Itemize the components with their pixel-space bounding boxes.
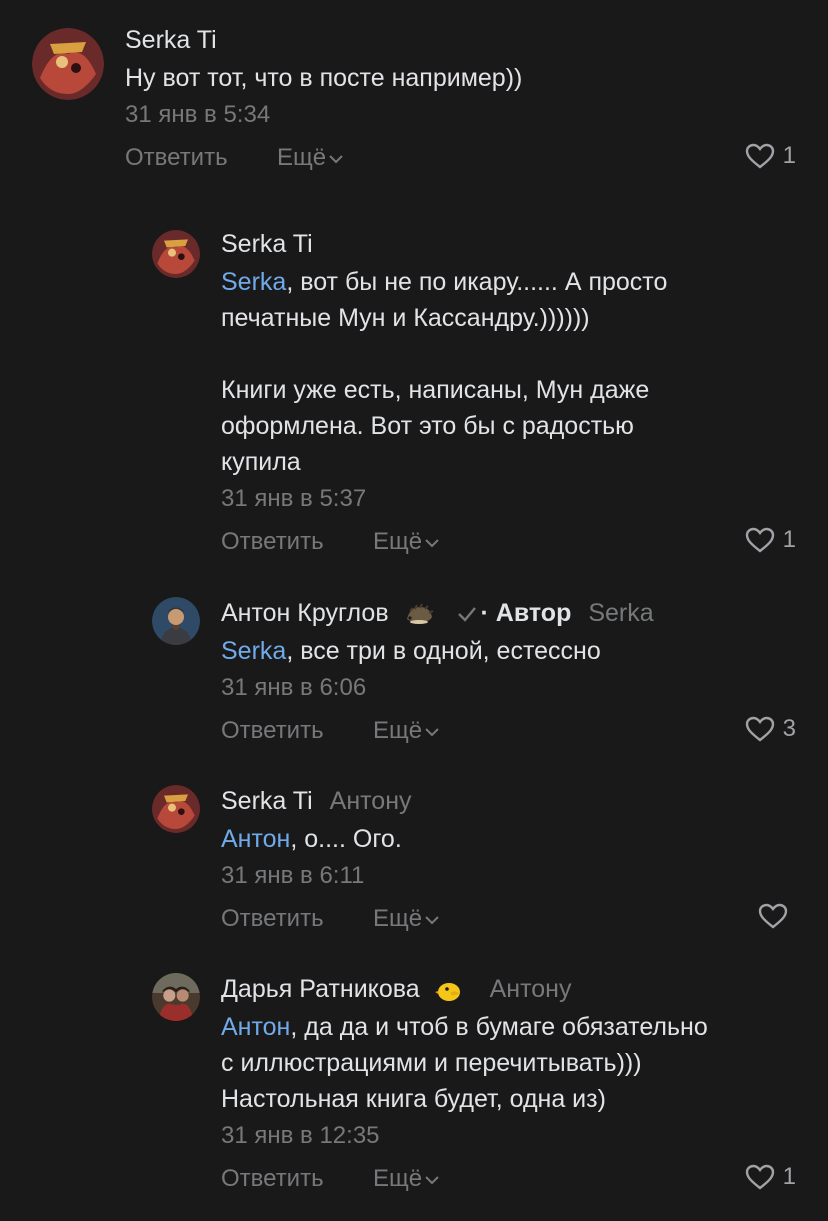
chevron-down-icon bbox=[425, 915, 439, 925]
text-segment: , вот бы не по икару...... А просто bbox=[286, 268, 668, 296]
author-badge: · Автор bbox=[480, 599, 572, 627]
comment-thread: Serka Ti Ну вот тот, что в посте наприме… bbox=[0, 0, 828, 1221]
heart-icon bbox=[745, 143, 774, 169]
more-label: Ещё bbox=[277, 144, 327, 171]
reply-button[interactable]: Ответить bbox=[221, 1165, 324, 1193]
text-line: оформлена. Вот это бы с радостью bbox=[221, 412, 634, 440]
more-label: Ещё bbox=[373, 528, 423, 555]
heart-icon bbox=[758, 903, 788, 929]
text-segment: , да да и чтоб в бумаге обязательно bbox=[290, 1013, 708, 1041]
more-button[interactable]: Ещё bbox=[373, 1165, 440, 1193]
check-icon bbox=[457, 607, 476, 623]
timestamp[interactable]: 31 янв в 6:06 bbox=[221, 673, 804, 703]
comment-text: Serka, вот бы не по икару...... А просто… bbox=[221, 264, 804, 480]
more-button[interactable]: Ещё bbox=[373, 905, 440, 933]
avatar[interactable] bbox=[32, 28, 104, 100]
text-segment: , все три в одной, естессно bbox=[286, 637, 601, 665]
heart-icon bbox=[745, 527, 774, 553]
author-name[interactable]: Serka Ti bbox=[221, 787, 313, 815]
reply-to[interactable]: Антону bbox=[490, 975, 572, 1003]
reply-button[interactable]: Ответить bbox=[221, 528, 324, 556]
comment-text: Ну вот тот, что в посте например)) bbox=[125, 64, 523, 92]
text-line: печатные Мун и Кассандру.)))))) bbox=[221, 304, 590, 332]
text-line: Книги уже есть, написаны, Мун даже bbox=[221, 376, 650, 404]
like-button[interactable]: 3 bbox=[745, 715, 796, 743]
chevron-down-icon bbox=[425, 1175, 439, 1185]
reply-button[interactable]: Ответить bbox=[221, 717, 324, 745]
chevron-down-icon bbox=[329, 154, 343, 164]
heart-icon bbox=[745, 1164, 774, 1190]
text-line: Настольная книга будет, одна из) bbox=[221, 1085, 606, 1113]
text-line: купила bbox=[221, 448, 301, 476]
reply-button[interactable]: Ответить bbox=[221, 905, 324, 933]
like-count: 3 bbox=[782, 715, 796, 742]
mention-link[interactable]: Антон bbox=[221, 825, 290, 853]
text-segment: , о.... Ого. bbox=[290, 825, 402, 853]
more-button[interactable]: Ещё bbox=[373, 717, 440, 745]
reply-button[interactable]: Ответить bbox=[125, 144, 228, 172]
heart-icon bbox=[745, 716, 774, 742]
hedgehog-emoji-icon bbox=[406, 603, 434, 625]
more-label: Ещё bbox=[373, 1165, 423, 1192]
like-count: 1 bbox=[782, 526, 796, 553]
chevron-down-icon bbox=[425, 727, 439, 737]
comment-text: Serka, все три в одной, естессно bbox=[221, 633, 804, 669]
more-button[interactable]: Ещё bbox=[277, 144, 344, 172]
chick-emoji-icon bbox=[434, 983, 460, 1002]
timestamp[interactable]: 31 янв в 12:35 bbox=[221, 1121, 804, 1151]
more-label: Ещё bbox=[373, 717, 423, 744]
mention-link[interactable]: Serka bbox=[221, 268, 286, 296]
avatar[interactable] bbox=[152, 785, 200, 833]
timestamp[interactable]: 31 янв в 6:11 bbox=[221, 861, 804, 891]
author-name[interactable]: Антон Круглов bbox=[221, 599, 389, 627]
like-button[interactable]: 1 bbox=[745, 526, 796, 554]
avatar[interactable] bbox=[152, 597, 200, 645]
author-name[interactable]: Serka Ti bbox=[221, 230, 313, 258]
like-button[interactable]: 1 bbox=[745, 142, 796, 170]
author-name[interactable]: Serka Ti bbox=[125, 26, 217, 54]
like-button[interactable] bbox=[758, 903, 796, 929]
avatar[interactable] bbox=[152, 230, 200, 278]
chevron-down-icon bbox=[425, 538, 439, 548]
mention-link[interactable]: Антон bbox=[221, 1013, 290, 1041]
mention-link[interactable]: Serka bbox=[221, 637, 286, 665]
comment-text: Антон, о.... Ого. bbox=[221, 821, 804, 857]
like-count: 1 bbox=[782, 142, 796, 169]
timestamp[interactable]: 31 янв в 5:37 bbox=[221, 484, 804, 514]
more-button[interactable]: Ещё bbox=[373, 528, 440, 556]
like-count: 1 bbox=[782, 1163, 796, 1190]
avatar[interactable] bbox=[152, 973, 200, 1021]
like-button[interactable]: 1 bbox=[745, 1163, 796, 1191]
timestamp[interactable]: 31 янв в 5:34 bbox=[125, 100, 804, 130]
more-label: Ещё bbox=[373, 905, 423, 932]
reply-to[interactable]: Антону bbox=[330, 787, 412, 815]
text-line: с иллюстрациями и перечитывать))) bbox=[221, 1049, 642, 1077]
reply-to[interactable]: Serka bbox=[588, 599, 653, 627]
comment-text: Антон, да да и чтоб в бумаге обязательно… bbox=[221, 1009, 804, 1117]
author-name[interactable]: Дарья Ратникова bbox=[221, 975, 420, 1003]
